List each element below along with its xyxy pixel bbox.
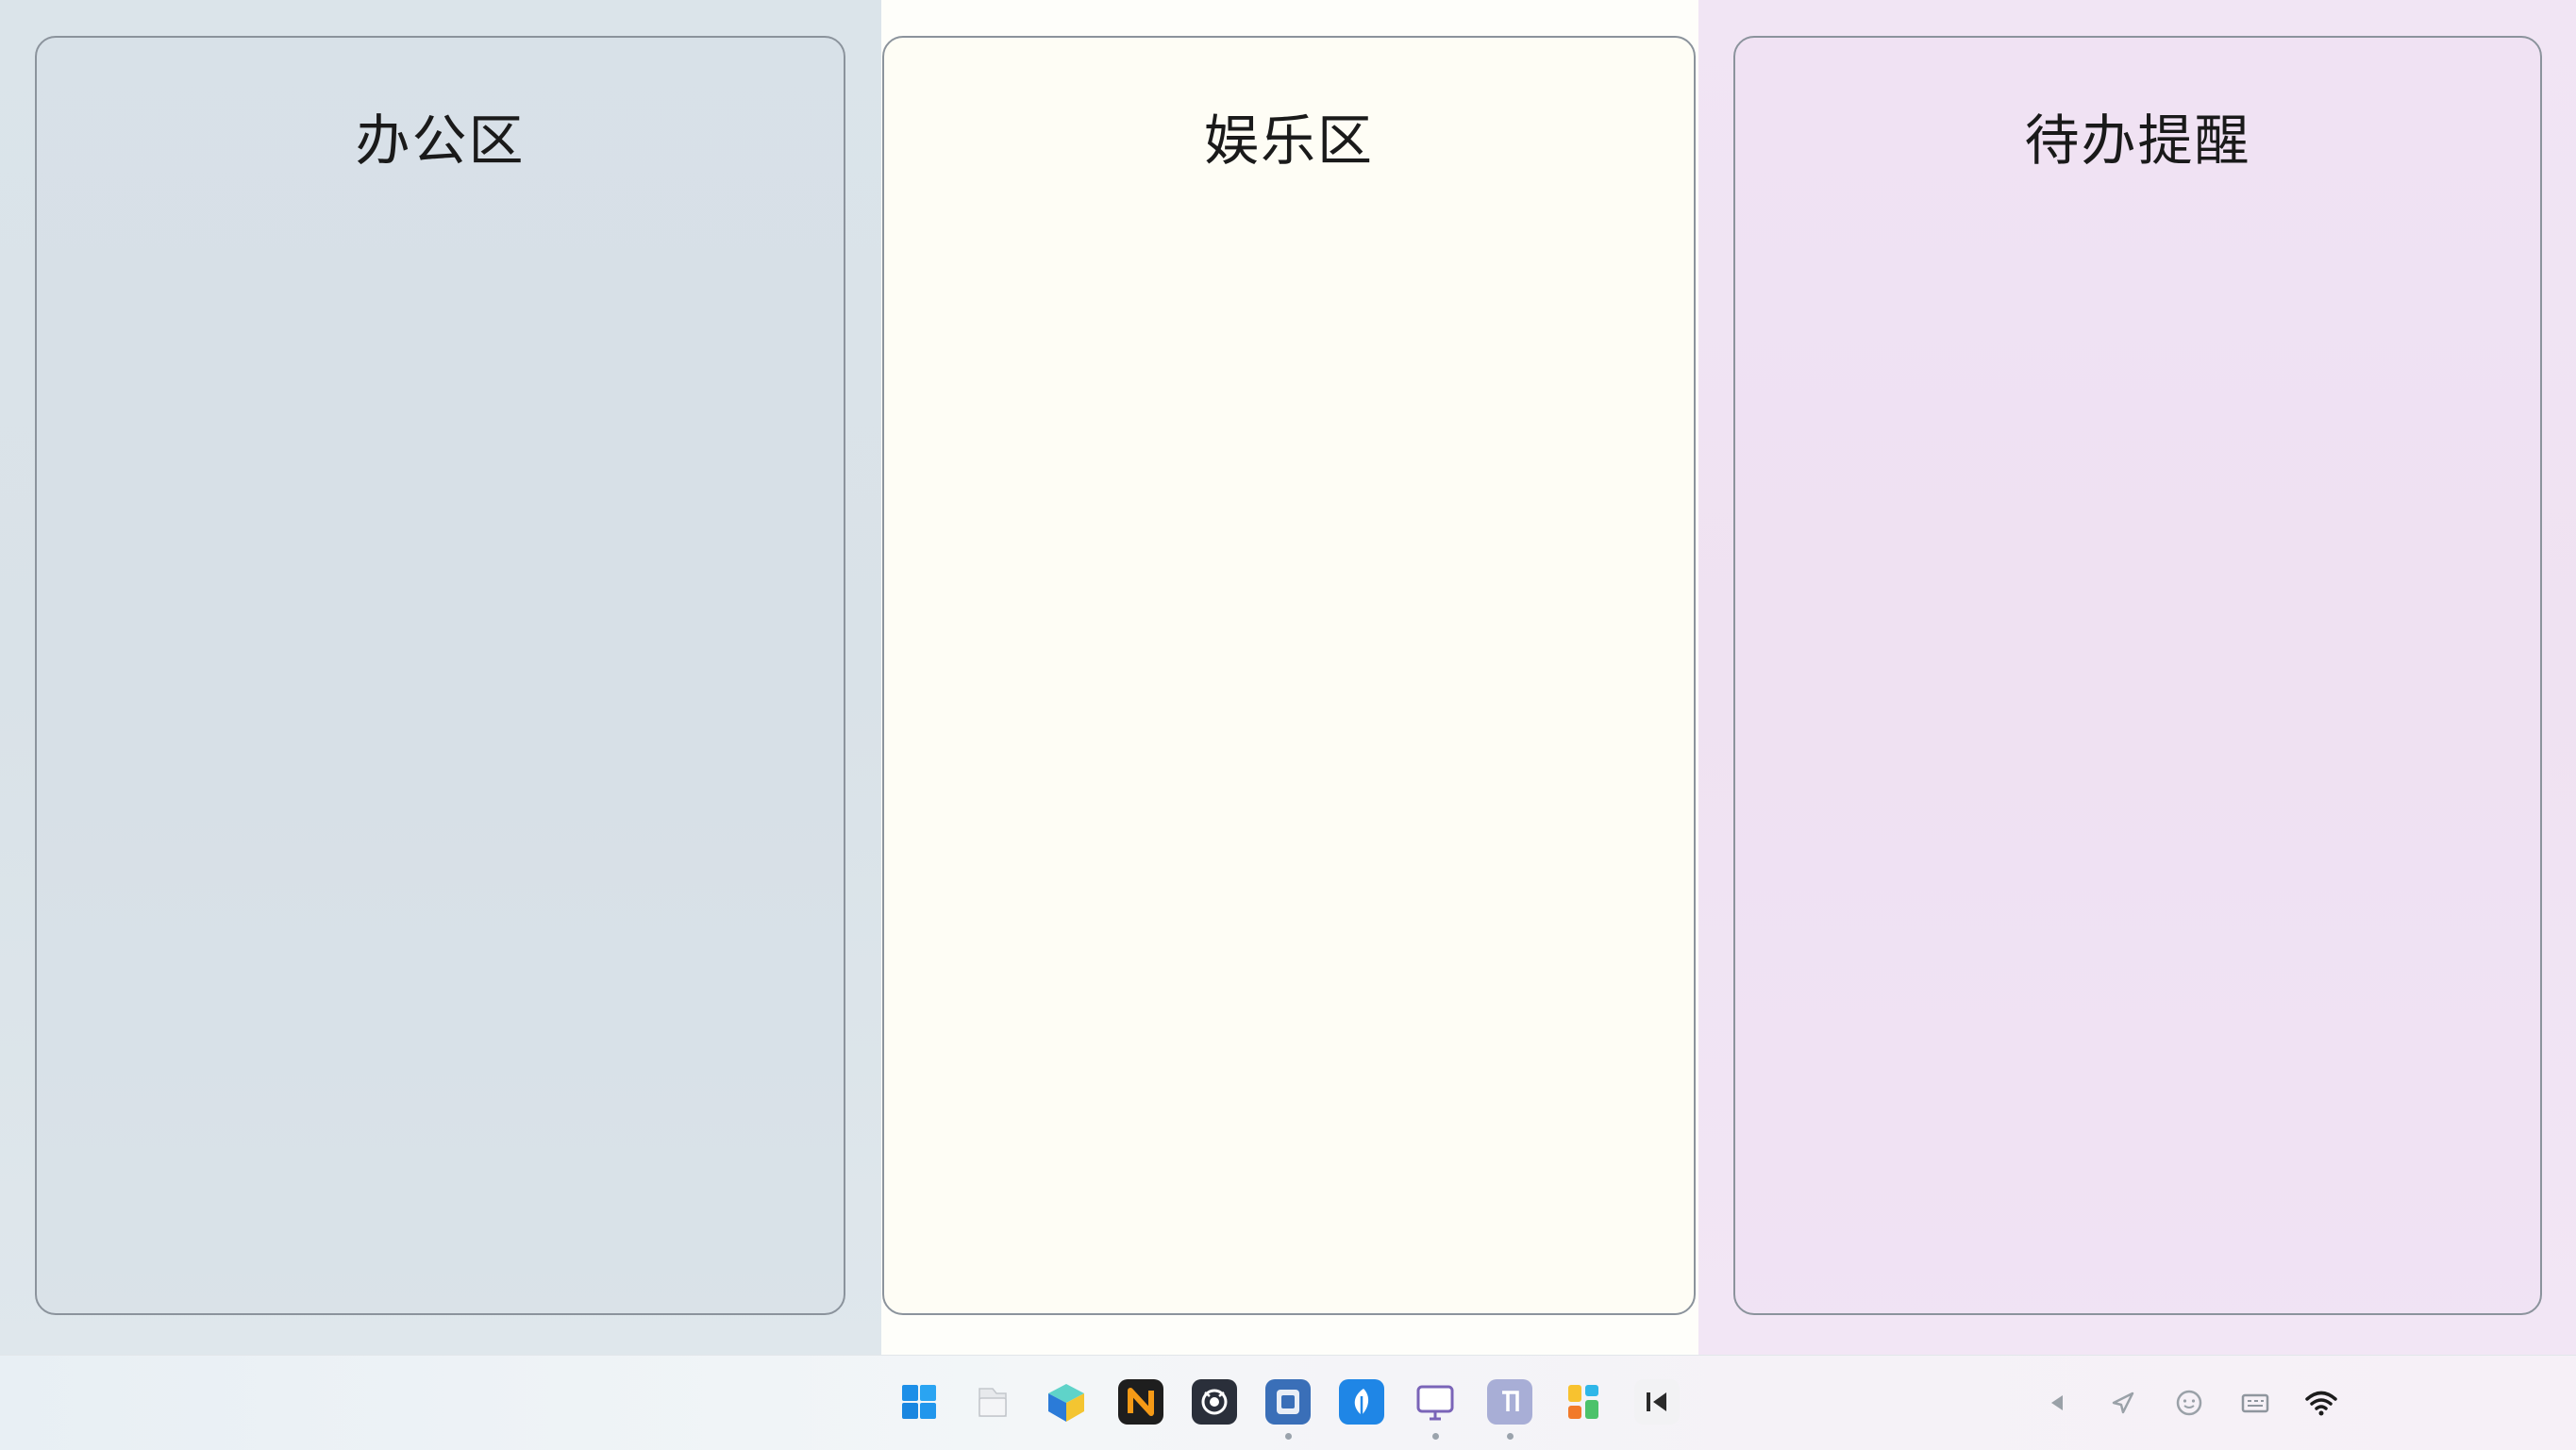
3d-cube-app-icon[interactable] (1044, 1379, 1089, 1425)
send-icon[interactable] (2104, 1384, 2142, 1422)
colorful-grid-app-icon[interactable] (1561, 1379, 1606, 1425)
running-indicator (1432, 1433, 1440, 1440)
smiley-face-icon[interactable] (2170, 1384, 2208, 1422)
running-indicator (1284, 1433, 1292, 1440)
running-indicator (1506, 1433, 1514, 1440)
todo-zone-title: 待办提醒 (2024, 108, 2251, 173)
grey-square-app-icon[interactable] (1486, 1379, 1532, 1440)
windows-start-icon[interactable] (896, 1379, 942, 1425)
wifi-icon[interactable] (2302, 1384, 2340, 1422)
chevron-left-icon[interactable] (2038, 1384, 2076, 1422)
entertainment-zone-panel[interactable]: 娱乐区 (882, 36, 1696, 1315)
desktop: 办公区 娱乐区 待办提醒 (0, 0, 2576, 1355)
orange-n-app-icon[interactable] (1117, 1379, 1163, 1425)
monitor-app-icon[interactable] (1413, 1379, 1458, 1440)
media-player-icon[interactable] (1633, 1379, 1680, 1425)
system-tray (2038, 1378, 2340, 1427)
dark-camera-app-icon[interactable] (1191, 1379, 1237, 1425)
taskbar (0, 1355, 2576, 1450)
blue-box-app-icon[interactable] (1264, 1379, 1311, 1440)
office-zone-panel[interactable]: 办公区 (35, 36, 845, 1315)
taskbar-dock (896, 1367, 1680, 1440)
file-explorer-icon[interactable] (970, 1379, 1015, 1425)
entertainment-zone-title: 娱乐区 (1203, 108, 1374, 173)
office-zone-title: 办公区 (355, 108, 526, 173)
keyboard-ime-icon[interactable] (2236, 1384, 2274, 1422)
blue-feather-app-icon[interactable] (1339, 1379, 1385, 1425)
todo-zone-panel[interactable]: 待办提醒 (1733, 36, 2542, 1315)
